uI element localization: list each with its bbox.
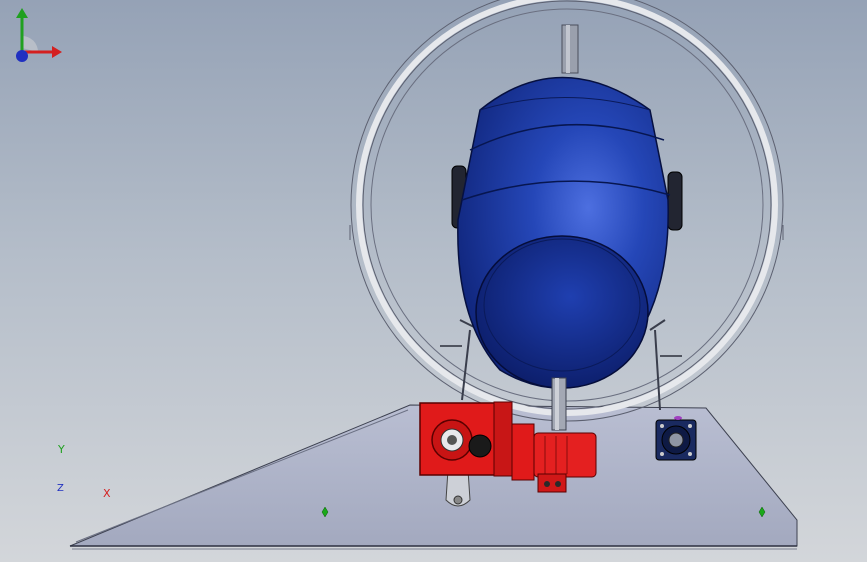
mixer-drum[interactable]: [457, 76, 671, 389]
axis-triad: [16, 8, 62, 62]
drive-shaft[interactable]: [551, 377, 567, 431]
model-view[interactable]: [0, 0, 867, 562]
axis-y-label: Y: [58, 443, 65, 456]
graphics-viewport[interactable]: Y X Z: [0, 0, 867, 562]
flange-bearing[interactable]: [655, 416, 697, 461]
axis-x-label: X: [103, 487, 111, 500]
top-hanger[interactable]: [561, 24, 579, 74]
axis-z-label: Z: [57, 483, 64, 494]
